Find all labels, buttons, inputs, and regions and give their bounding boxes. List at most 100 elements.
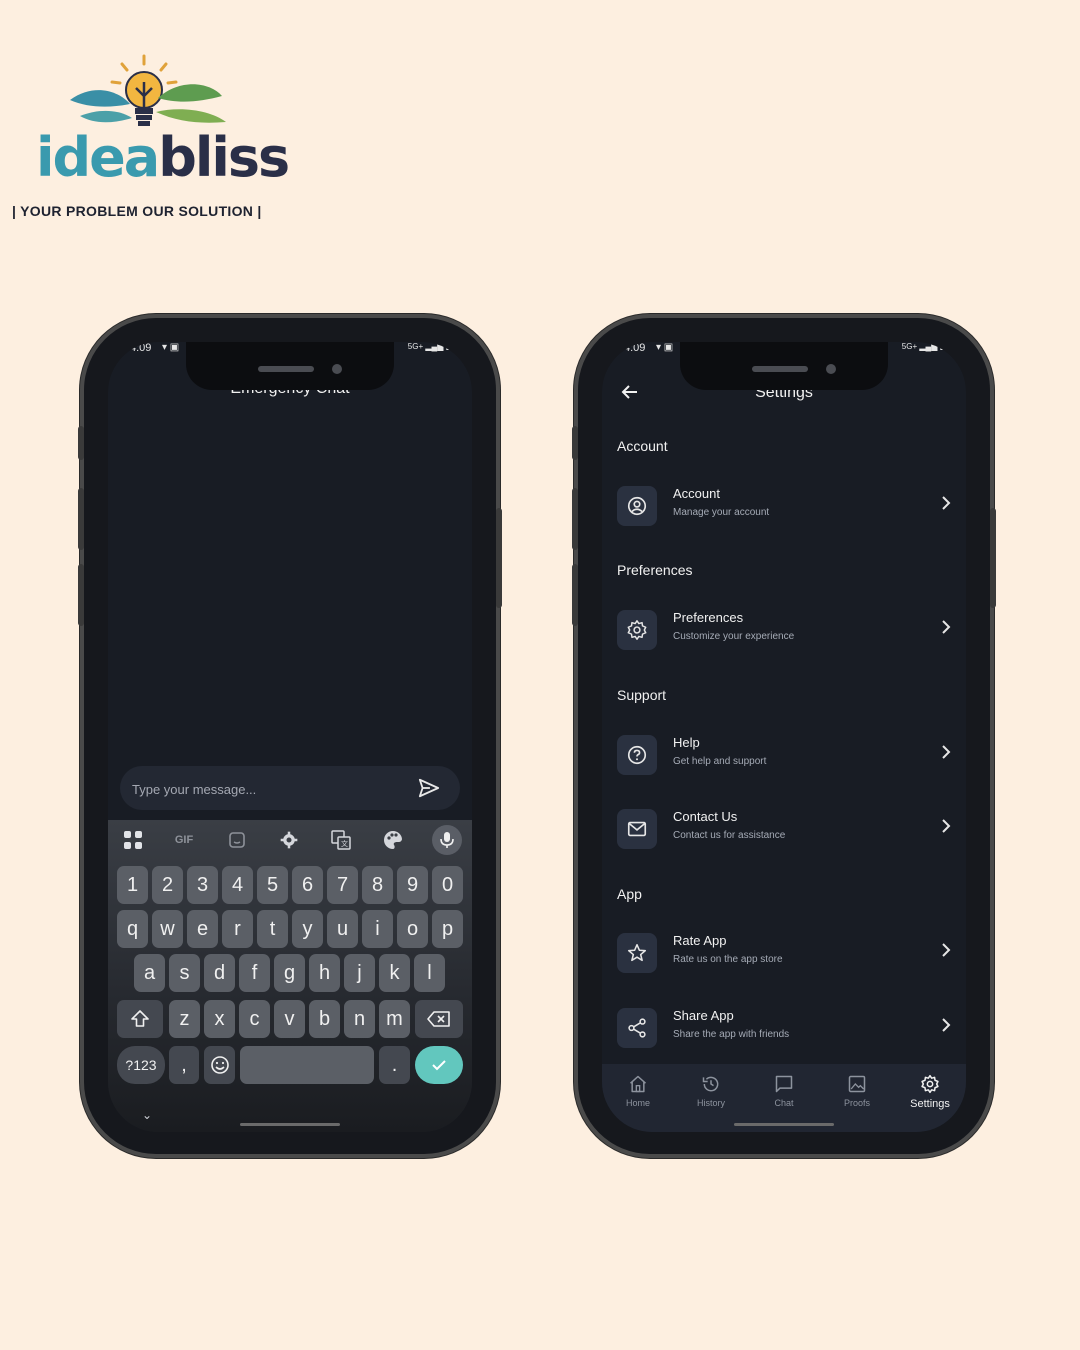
nav-item-proofs[interactable]: Proofs <box>821 1074 893 1108</box>
key-n[interactable]: n <box>344 1000 375 1038</box>
key-r[interactable]: r <box>222 910 253 948</box>
row-title: Account <box>673 486 720 501</box>
symbols-key[interactable]: ?123 <box>117 1046 165 1084</box>
key-8[interactable]: 8 <box>362 866 393 904</box>
nav-label: Proofs <box>843 1098 870 1108</box>
space-key[interactable] <box>240 1046 374 1084</box>
key-h[interactable]: h <box>309 954 340 992</box>
key-b[interactable]: b <box>309 1000 340 1038</box>
key-c[interactable]: c <box>239 1000 270 1038</box>
status-indicators: 5G+ ▂▄▆ ▮ <box>902 342 944 351</box>
key-f[interactable]: f <box>239 954 270 992</box>
row-title: Help <box>673 735 700 750</box>
nav-item-home[interactable]: Home <box>602 1074 674 1108</box>
settings-row-contact-us[interactable]: Contact Us Contact us for assistance <box>602 803 966 859</box>
key-a[interactable]: a <box>134 954 165 992</box>
row-subtitle: Manage your account <box>673 507 770 518</box>
notch <box>680 342 888 390</box>
status-indicators: 5G+ ▂▄▆ ▮ <box>408 342 450 351</box>
key-t[interactable]: t <box>257 910 288 948</box>
key-s[interactable]: s <box>169 954 200 992</box>
translate-icon[interactable]: 文 <box>329 828 353 852</box>
settings-row-preferences[interactable]: Preferences Customize your experience <box>602 604 966 660</box>
phone-settings: 4:09 ▾ ▣ 5G+ ▂▄▆ ▮ Settings Account Acco… <box>572 318 996 1154</box>
key-y[interactable]: y <box>292 910 323 948</box>
key-u[interactable]: u <box>327 910 358 948</box>
message-bar <box>120 766 460 812</box>
speaker-grille <box>752 366 808 372</box>
row-subtitle: Get help and support <box>673 756 767 767</box>
key-1[interactable]: 1 <box>117 866 148 904</box>
sticker-icon[interactable] <box>225 828 249 852</box>
key-3[interactable]: 3 <box>187 866 218 904</box>
key-o[interactable]: o <box>397 910 428 948</box>
nav-item-history[interactable]: History <box>675 1074 747 1108</box>
row-title: Rate App <box>673 933 727 948</box>
period-key[interactable]: . <box>379 1046 410 1084</box>
settings-row-account[interactable]: Account Manage your account <box>602 480 966 536</box>
key-p[interactable]: p <box>432 910 463 948</box>
chat-icon <box>775 1075 793 1093</box>
settings-row-rate-app[interactable]: Rate App Rate us on the app store <box>602 927 966 983</box>
key-k[interactable]: k <box>379 954 410 992</box>
key-e[interactable]: e <box>187 910 218 948</box>
key-2[interactable]: 2 <box>152 866 183 904</box>
home-indicator <box>240 1123 340 1126</box>
backspace-key[interactable] <box>415 1000 463 1038</box>
comma-key[interactable]: , <box>169 1046 199 1084</box>
key-q[interactable]: q <box>117 910 148 948</box>
side-button-volume-down <box>572 564 578 626</box>
key-g[interactable]: g <box>274 954 305 992</box>
key-5[interactable]: 5 <box>257 866 288 904</box>
battery-icon: ▮ <box>939 342 944 351</box>
key-m[interactable]: m <box>379 1000 410 1038</box>
side-button-volume-down <box>78 564 84 626</box>
backspace-icon <box>427 1011 450 1027</box>
nav-item-settings[interactable]: Settings <box>894 1074 966 1110</box>
key-x[interactable]: x <box>204 1000 235 1038</box>
key-4[interactable]: 4 <box>222 866 253 904</box>
theme-palette-icon[interactable] <box>381 828 405 852</box>
microphone-icon[interactable] <box>432 825 462 855</box>
settings-row-help[interactable]: Help Get help and support <box>602 729 966 785</box>
message-input[interactable] <box>130 766 404 812</box>
status-time: 4:09 <box>624 342 646 354</box>
shift-key[interactable] <box>117 1000 163 1038</box>
apps-grid-icon[interactable] <box>121 828 145 852</box>
brand-logo: ideabliss | YOUR PROBLEM OUR SOLUTION | <box>0 0 320 240</box>
home-icon <box>630 1075 646 1093</box>
chevron-right-icon <box>942 620 951 634</box>
key-6[interactable]: 6 <box>292 866 323 904</box>
settings-row-share-app[interactable]: Share App Share the app with friends <box>602 1002 966 1058</box>
image-icon <box>848 1075 866 1093</box>
key-0[interactable]: 0 <box>432 866 463 904</box>
key-z[interactable]: z <box>169 1000 200 1038</box>
mail-icon <box>617 809 657 849</box>
chevron-right-icon <box>942 819 951 833</box>
key-l[interactable]: l <box>414 954 445 992</box>
gif-button[interactable]: GIF <box>172 828 196 852</box>
chevron-down-icon[interactable]: ⌄ <box>142 1108 152 1122</box>
keyboard-settings-icon[interactable] <box>277 828 301 852</box>
emoji-icon <box>210 1056 229 1074</box>
row-title: Share App <box>673 1008 734 1023</box>
star-icon <box>617 933 657 973</box>
key-w[interactable]: w <box>152 910 183 948</box>
key-i[interactable]: i <box>362 910 393 948</box>
wordmark-bliss: bliss <box>158 126 290 189</box>
nav-item-chat[interactable]: Chat <box>748 1074 820 1108</box>
battery-icon: ▮ <box>445 342 450 351</box>
key-7[interactable]: 7 <box>327 866 358 904</box>
gear-icon <box>921 1074 939 1094</box>
gear-icon <box>617 610 657 650</box>
emoji-key[interactable] <box>204 1046 235 1084</box>
row-subtitle: Share the app with friends <box>673 1029 790 1040</box>
send-icon[interactable] <box>418 777 440 799</box>
key-v[interactable]: v <box>274 1000 305 1038</box>
home-indicator <box>734 1123 834 1126</box>
enter-key[interactable] <box>415 1046 463 1084</box>
row-title: Preferences <box>673 610 744 625</box>
key-d[interactable]: d <box>204 954 235 992</box>
key-9[interactable]: 9 <box>397 866 428 904</box>
key-j[interactable]: j <box>344 954 375 992</box>
